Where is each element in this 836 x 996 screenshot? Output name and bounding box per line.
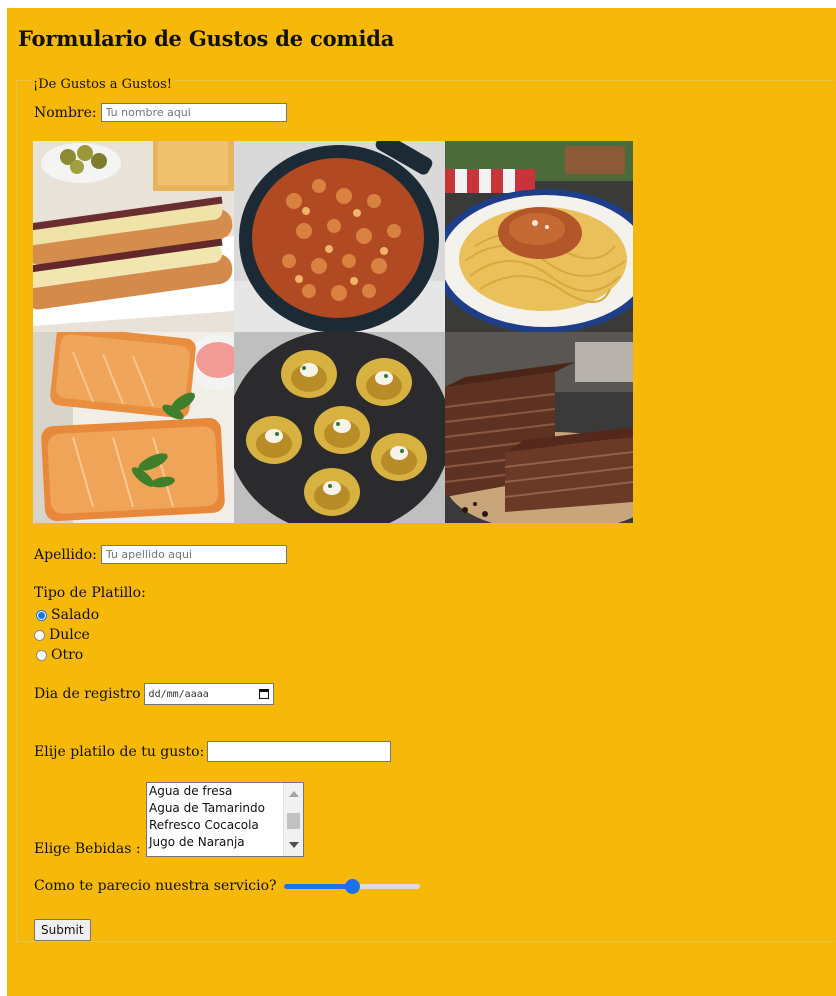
slider-fill (283, 884, 352, 889)
olive-sandwich-photo (33, 141, 234, 332)
fieldset-legend: ¡De Gustos a Gustos! (31, 77, 175, 92)
platillo-label: Elije platilo de tu gusto: (34, 743, 205, 760)
radio-label-otro: Otro (51, 647, 84, 663)
nombre-input[interactable] (100, 103, 287, 122)
listbox-scrollbar[interactable] (283, 783, 303, 856)
platillo-row: Elije platilo de tu gusto: (34, 741, 392, 762)
servicio-row: Como te parecio nuestra servicio? (34, 878, 420, 894)
bebidas-listbox[interactable]: Agua de fresa Agua de Tamarindo Refresco… (146, 782, 304, 857)
radio-dulce[interactable] (34, 629, 45, 641)
salmon-fillet-photo (33, 332, 234, 523)
submit-button[interactable]: Submit (34, 919, 91, 941)
food-gallery (33, 141, 633, 523)
scroll-up-icon[interactable] (289, 791, 299, 797)
scroll-down-icon[interactable] (289, 842, 299, 848)
tipo-platillo-radio-group: Salado Dulce Otro (34, 605, 99, 665)
dia-registro-label: Dia de registro (34, 686, 141, 702)
radio-otro[interactable] (36, 649, 47, 661)
bebida-option[interactable]: Agua de Tamarindo (147, 800, 283, 817)
smashed-potatoes-photo (234, 332, 445, 523)
radio-label-dulce: Dulce (49, 627, 90, 643)
page-title: Formulario de Gustos de comida (18, 26, 395, 51)
bean-stew-pot-photo (234, 141, 445, 332)
scroll-thumb[interactable] (287, 813, 300, 829)
apellido-label: Apellido: (34, 546, 97, 563)
servicio-label: Como te parecio nuestra servicio? (34, 878, 277, 894)
tipo-platillo-label: Tipo de Platillo: (34, 585, 146, 601)
tipo-platillo-row: Tipo de Platillo: (34, 585, 146, 601)
bebida-option[interactable]: Refresco Cocacola (147, 817, 283, 834)
nombre-row: Nombre: (34, 103, 287, 122)
bebidas-label-row: Elige Bebidas : (34, 841, 141, 857)
apellido-input[interactable] (100, 545, 287, 564)
spaghetti-bolognese-photo (445, 141, 633, 332)
apellido-row: Apellido: (34, 545, 287, 564)
radio-option-salado[interactable]: Salado (34, 605, 99, 625)
bebida-option[interactable]: Agua de fresa (147, 783, 283, 800)
radio-label-salado: Salado (51, 607, 100, 623)
radio-option-otro[interactable]: Otro (34, 645, 99, 665)
nombre-label: Nombre: (34, 104, 97, 121)
dia-registro-date-input[interactable]: dd/mm/aaaa (143, 683, 274, 705)
platillo-input[interactable] (207, 741, 392, 762)
chocolate-cake-photo (445, 332, 633, 523)
radio-salado[interactable] (36, 609, 47, 621)
page-background: Formulario de Gustos de comida ¡De Gusto… (7, 8, 836, 996)
radio-option-dulce[interactable]: Dulce (34, 625, 99, 645)
bebida-option[interactable]: Jugo de Naranja (147, 834, 283, 851)
slider-thumb[interactable] (344, 879, 360, 894)
dia-registro-row: Dia de registro dd/mm/aaaa (34, 683, 274, 705)
bebidas-label: Elige Bebidas : (34, 841, 141, 857)
date-placeholder: dd/mm/aaaa (148, 688, 209, 700)
calendar-icon[interactable] (258, 689, 269, 699)
servicio-slider[interactable] (283, 878, 420, 894)
